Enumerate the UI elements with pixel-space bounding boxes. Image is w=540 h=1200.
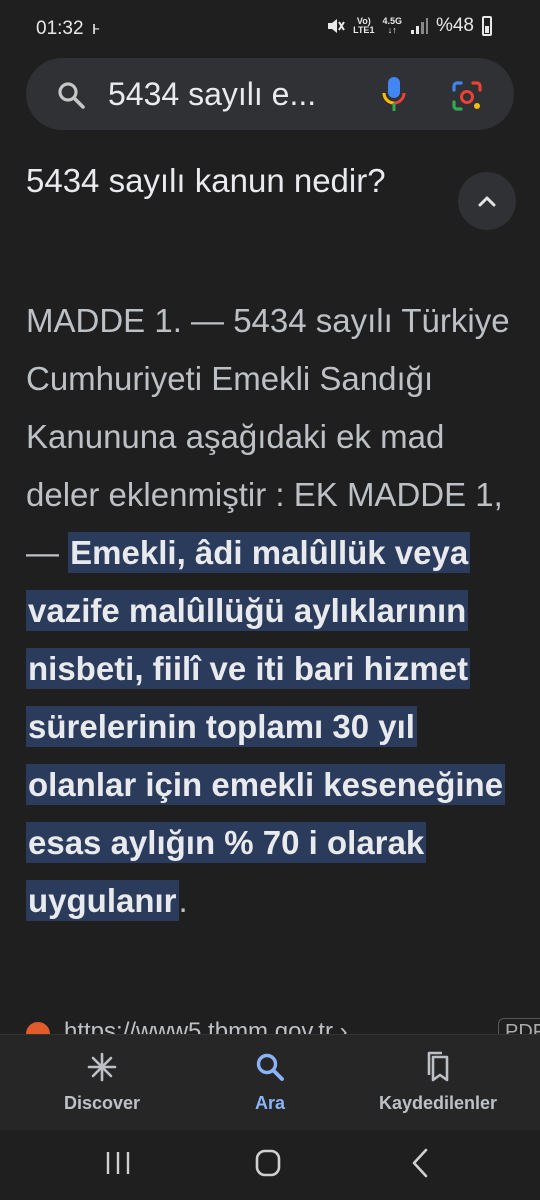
google-lens-icon[interactable] <box>451 80 483 112</box>
answer-plain-text: MADDE 1. — 5434 sayılı Türkiye Cumhuriye… <box>26 302 510 571</box>
asterisk-icon <box>87 1052 117 1082</box>
search-icon <box>256 1053 284 1081</box>
status-icons: Vo) LTE1 4.5G ↓↑ %48 <box>325 15 492 37</box>
network-label-bottom: LTE1 <box>353 25 375 35</box>
answer-snippet: MADDE 1. — 5434 sayılı Türkiye Cumhuriye… <box>26 292 518 930</box>
search-query[interactable]: 5434 sayılı e... <box>108 76 356 113</box>
nav-saved-label: Kaydedilenler <box>378 1093 498 1113</box>
microphone-icon[interactable] <box>381 76 407 112</box>
data-arrows-icon: ↓↑ <box>387 25 397 35</box>
question-title: 5434 sayılı kanun nedir? <box>26 162 386 199</box>
answer-highlighted-text: Emekli, âdi malûllük veya vazife malûllü… <box>26 532 506 921</box>
nav-saved[interactable]: Kaydedilenler <box>348 1035 528 1131</box>
search-icon <box>58 82 85 109</box>
back-icon[interactable] <box>400 1146 440 1180</box>
recent-apps-icon[interactable] <box>98 1146 138 1180</box>
nav-discover-label: Discover <box>63 1093 141 1113</box>
signal-icon <box>410 18 428 34</box>
status-time: 01:32 <box>36 18 84 39</box>
mute-icon <box>328 19 345 33</box>
collapse-button[interactable] <box>458 172 516 230</box>
search-bar[interactable]: 5434 sayılı e... <box>26 58 514 130</box>
nav-discover[interactable]: Discover <box>12 1035 192 1131</box>
network-label: Vo) LTE1 <box>353 17 374 35</box>
chevron-up-icon <box>478 196 496 207</box>
system-nav-bar <box>0 1130 540 1200</box>
bottom-nav: Discover Ara Kaydedilenler <box>0 1034 540 1131</box>
bookmarks-icon <box>427 1051 449 1082</box>
signal-type: 4.5G ↓↑ <box>382 17 402 35</box>
answer-trailing: . <box>178 882 188 919</box>
home-icon[interactable] <box>248 1146 288 1180</box>
nav-search[interactable]: Ara <box>180 1035 360 1131</box>
status-bar: 01:32 ⱶ Vo) LTE1 4.5G ↓↑ %48 <box>0 0 540 58</box>
notification-icon: ⱶ <box>92 18 100 38</box>
battery-percent: %48 <box>435 15 474 36</box>
battery-icon <box>482 16 492 36</box>
nav-search-label: Ara <box>254 1093 285 1113</box>
